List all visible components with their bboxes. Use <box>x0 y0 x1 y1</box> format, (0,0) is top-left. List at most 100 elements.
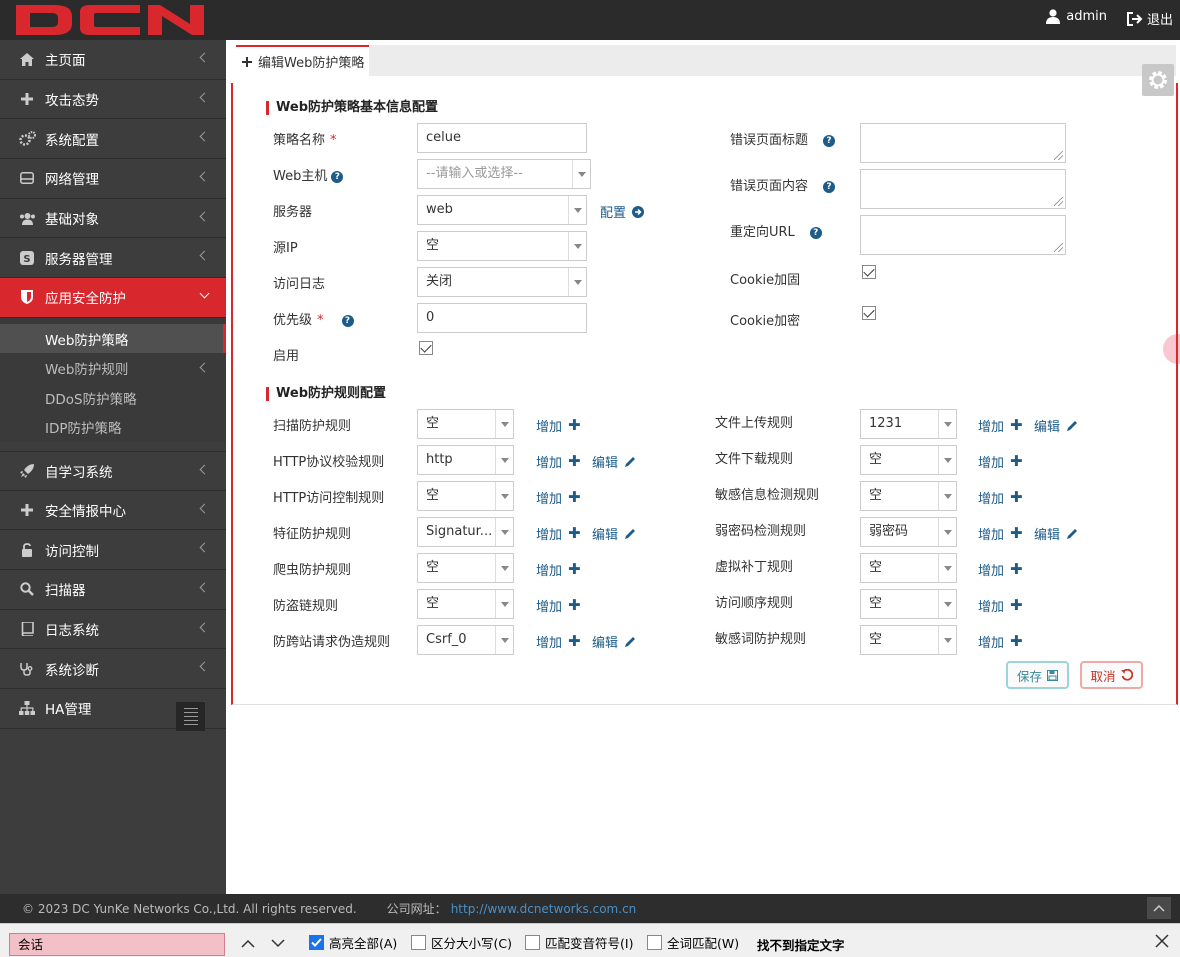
find-previous-button[interactable] <box>239 933 257 953</box>
svg-text:S: S <box>23 254 30 265</box>
site-url-link[interactable]: http://www.dcnetworks.com.cn <box>451 902 637 916</box>
highlight-all-checkbox[interactable] <box>309 935 324 950</box>
file-upload-rule-select[interactable]: 1231 <box>860 409 957 439</box>
server-select[interactable]: web <box>417 195 587 225</box>
cancel-button[interactable]: 取消 <box>1080 661 1143 689</box>
cookie-harden-checkbox[interactable] <box>862 265 876 279</box>
tab-edit-web-policy[interactable]: 编辑Web防护策略 <box>236 45 369 76</box>
sidebar-item-appsec[interactable]: 应用安全防护 <box>0 278 226 318</box>
sidebar-item-access[interactable]: 访问控制 <box>0 530 226 570</box>
error-content-label: 错误页面内容? <box>730 175 836 194</box>
add-button[interactable]: 增加 ✚ <box>536 560 581 580</box>
error-title-textarea[interactable] <box>860 123 1066 163</box>
http-protocol-rule-select[interactable]: http <box>417 445 514 475</box>
help-icon[interactable]: ? <box>823 134 836 147</box>
add-button[interactable]: 增加 ✚ <box>978 524 1023 544</box>
sidebar-subitem-web-policy[interactable]: Web防护策略 <box>0 323 226 354</box>
add-button[interactable]: 增加 ✚ <box>536 632 581 652</box>
add-button[interactable]: 增加 ✚ <box>978 416 1023 436</box>
scan-rule-select[interactable]: 空 <box>417 409 514 439</box>
add-button[interactable]: 增加 ✚ <box>536 416 581 436</box>
help-icon[interactable]: ? <box>331 170 344 183</box>
sidebar-item-scanner[interactable]: 扫描器 <box>0 570 226 610</box>
help-icon[interactable]: ? <box>809 226 822 239</box>
edit-button[interactable]: 编辑 <box>1034 416 1078 435</box>
server-config-link[interactable]: 配置 <box>600 202 645 221</box>
edit-button[interactable]: 编辑 <box>592 452 636 471</box>
crawler-rule-select[interactable]: 空 <box>417 553 514 583</box>
sidebar-item-home[interactable]: 主页面 <box>0 40 226 80</box>
match-case-checkbox[interactable] <box>411 935 426 950</box>
find-next-button[interactable] <box>269 933 287 953</box>
add-button[interactable]: 增加 ✚ <box>536 524 581 544</box>
find-input[interactable]: 会话 <box>9 933 225 956</box>
sidebar-subitem-web-rules[interactable]: Web防护规则 <box>0 353 226 383</box>
match-diacritics-checkbox[interactable] <box>525 935 540 950</box>
add-button[interactable]: 增加 ✚ <box>978 488 1023 508</box>
sensitive-info-rule-select[interactable]: 空 <box>860 481 957 511</box>
user-menu[interactable]: admin <box>1046 9 1107 24</box>
sidebar-item-intel[interactable]: 安全情报中心 <box>0 491 226 531</box>
add-button[interactable]: 增加 ✚ <box>978 596 1023 616</box>
file-download-rule-select[interactable]: 空 <box>860 445 957 475</box>
virtual-patch-rule-select[interactable]: 空 <box>860 553 957 583</box>
hotlink-rule-select[interactable]: 空 <box>417 589 514 619</box>
sidebar-item-servers[interactable]: S 服务器管理 <box>0 238 226 279</box>
sidebar-subitem-ddos[interactable]: DDoS防护策略 <box>0 383 226 413</box>
rule-label: 敏感信息检测规则 <box>715 488 820 503</box>
pencil-icon <box>1067 528 1078 539</box>
close-icon[interactable] <box>1154 933 1170 949</box>
match-diacritics-option[interactable]: 匹配变音符号(I) <box>525 933 633 952</box>
sidebar-item-logs[interactable]: 日志系统 <box>0 610 226 650</box>
username: admin <box>1066 9 1107 24</box>
access-log-select[interactable]: 关闭 <box>417 267 587 297</box>
add-button[interactable]: 增加 ✚ <box>978 452 1023 472</box>
add-button[interactable]: 增加 ✚ <box>536 596 581 616</box>
help-icon[interactable]: ? <box>823 180 836 193</box>
edit-button[interactable]: 编辑 <box>1034 524 1078 543</box>
logout-button[interactable]: 退出 <box>1126 9 1173 28</box>
sidebar-item-attack[interactable]: 攻击态势 <box>0 80 226 120</box>
pencil-icon <box>625 528 636 539</box>
sidebar-item-network[interactable]: 网络管理 <box>0 159 226 199</box>
access-order-rule-select[interactable]: 空 <box>860 589 957 619</box>
highlight-all-option[interactable]: 高亮全部(A) <box>309 933 397 952</box>
rule-label: 敏感词防护规则 <box>715 632 807 647</box>
sidebar: 主页面 攻击态势 系统配置 网络管理 基础对象 S 服务器管理 应用安全防护 W… <box>0 40 226 894</box>
save-button[interactable]: 保存 <box>1006 661 1069 689</box>
add-button[interactable]: 增加 ✚ <box>978 632 1023 652</box>
copyright: © 2023 DC YunKe Networks Co.,Ltd. All ri… <box>22 901 357 916</box>
sidebar-item-selflearn[interactable]: 自学习系统 <box>0 450 226 491</box>
edit-button[interactable]: 编辑 <box>592 632 636 651</box>
error-content-textarea[interactable] <box>860 169 1066 209</box>
add-button[interactable]: 增加 ✚ <box>978 560 1023 580</box>
server-label: 服务器 <box>273 205 313 220</box>
edit-button[interactable]: 编辑 <box>592 524 636 543</box>
whole-words-checkbox[interactable] <box>647 935 662 950</box>
cookie-encrypt-checkbox[interactable] <box>862 306 876 320</box>
sidebar-item-label: 应用安全防护 <box>45 291 126 308</box>
whole-words-option[interactable]: 全词匹配(W) <box>647 933 739 952</box>
sidebar-item-objects[interactable]: 基础对象 <box>0 199 226 239</box>
add-button[interactable]: 增加 ✚ <box>536 452 581 472</box>
add-button[interactable]: 增加 ✚ <box>536 488 581 508</box>
policy-name-input[interactable]: celue <box>417 123 587 153</box>
sidebar-item-diagnose[interactable]: 系统诊断 <box>0 649 226 689</box>
priority-input[interactable]: 0 <box>417 303 587 333</box>
weak-password-rule-select[interactable]: 弱密码 <box>860 517 957 547</box>
sidebar-subitem-idp[interactable]: IDP防护策略 <box>0 412 226 442</box>
help-icon[interactable]: ? <box>341 314 354 327</box>
sidebar-item-sysconfig[interactable]: 系统配置 <box>0 119 226 160</box>
sidebar-collapse-button[interactable] <box>176 702 205 731</box>
sensitive-word-rule-select[interactable]: 空 <box>860 625 957 655</box>
enable-checkbox[interactable] <box>419 341 433 355</box>
scroll-top-button[interactable] <box>1147 897 1171 919</box>
source-ip-select[interactable]: 空 <box>417 231 587 261</box>
web-host-select[interactable]: --请输入或选择-- <box>417 159 591 189</box>
csrf-rule-select[interactable]: Csrf_0 <box>417 625 514 655</box>
redirect-url-textarea[interactable] <box>860 215 1066 255</box>
match-case-option[interactable]: 区分大小写(C) <box>411 933 512 952</box>
signature-rule-select[interactable]: Signatur... <box>417 517 514 547</box>
sitemap-icon <box>18 700 36 716</box>
http-access-rule-select[interactable]: 空 <box>417 481 514 511</box>
